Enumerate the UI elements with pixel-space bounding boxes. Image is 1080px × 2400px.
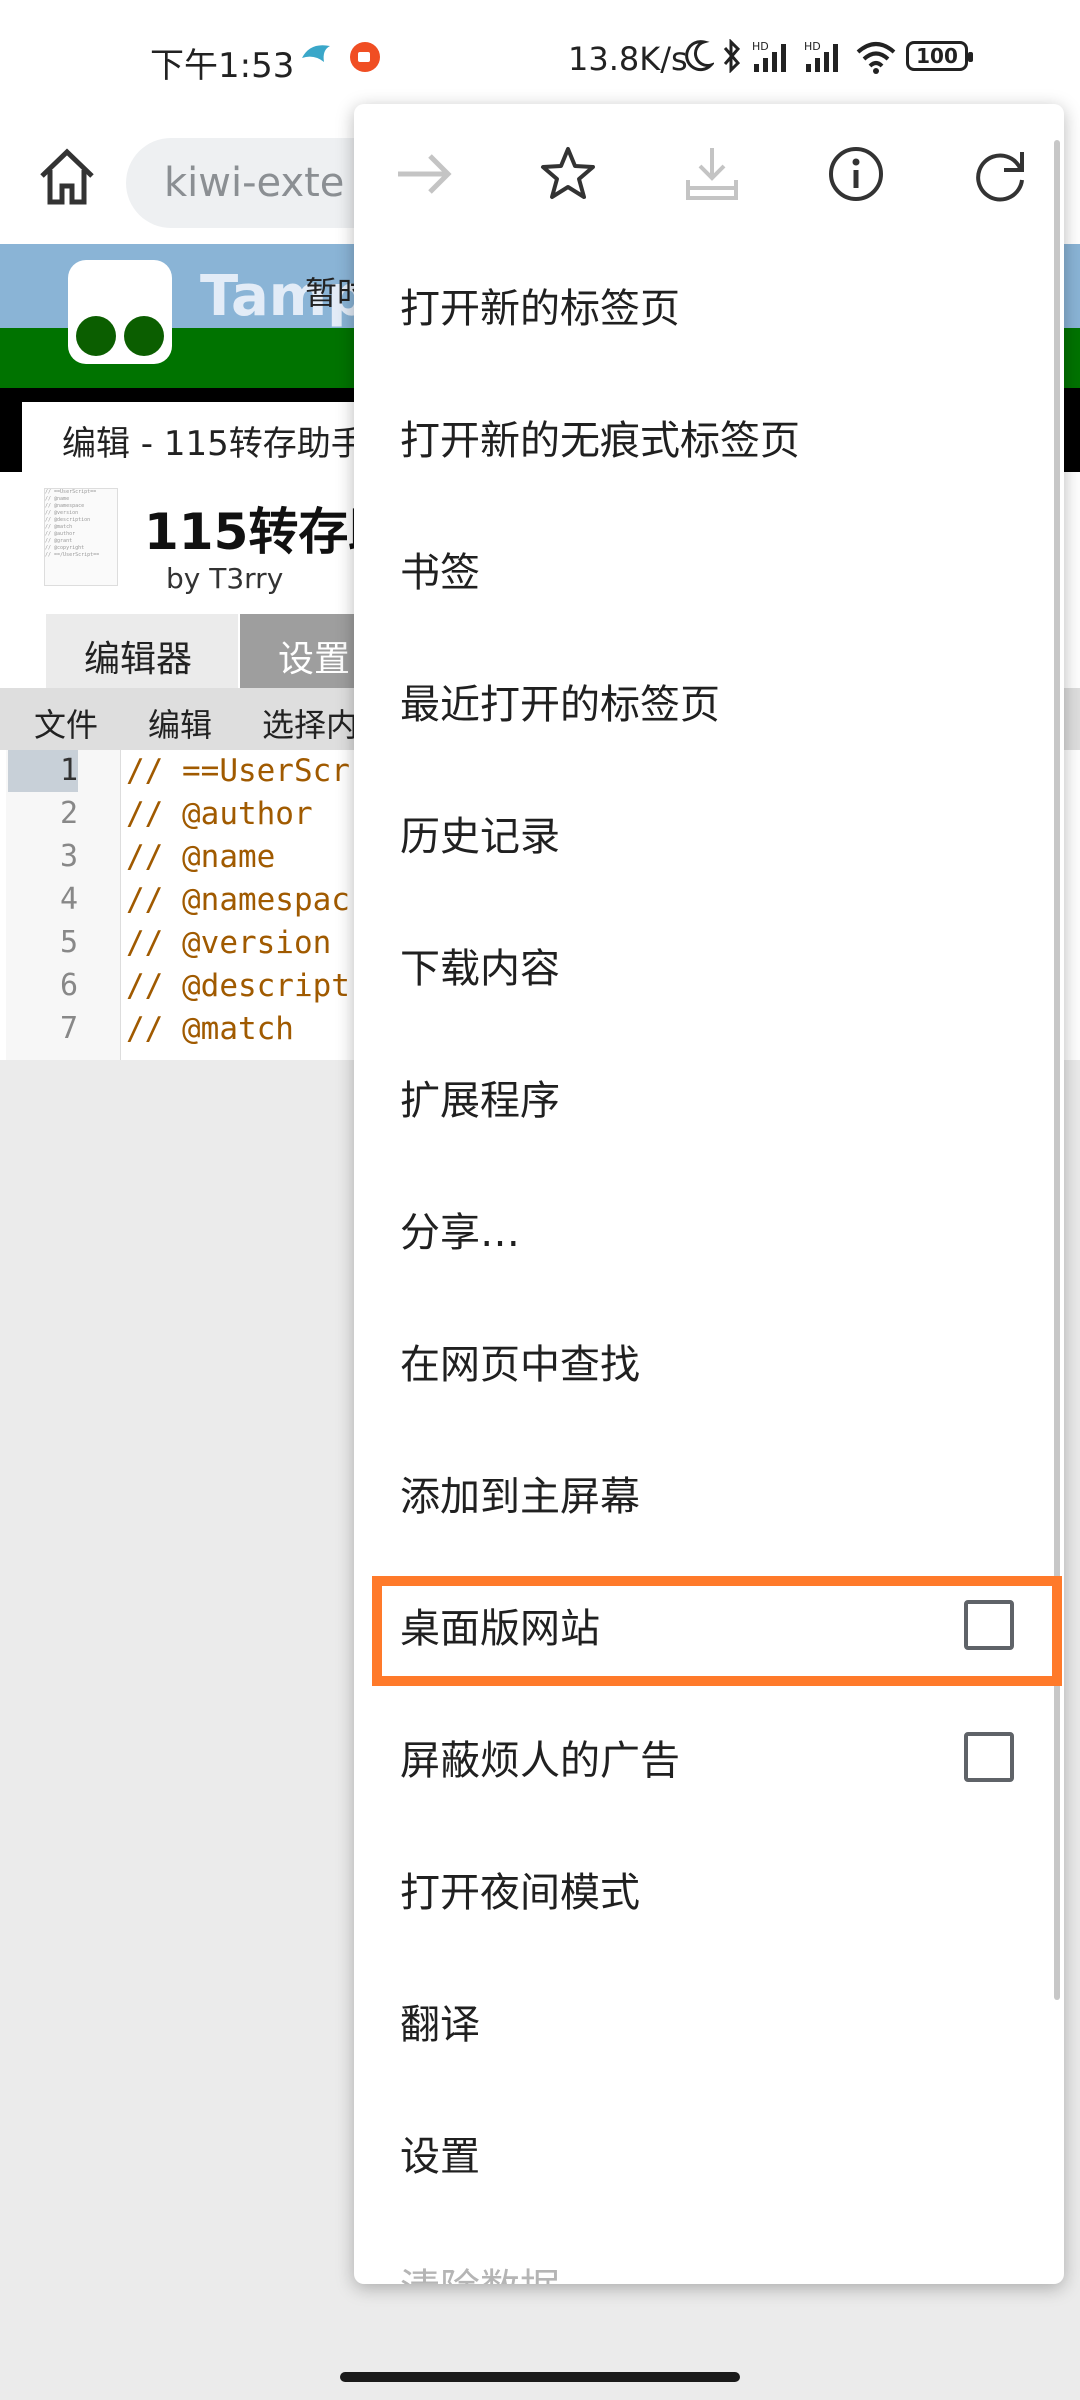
menu-item-translate[interactable]: 翻译 (400, 1992, 480, 2050)
editor-tab-label: 编辑 - 115转存助手 (62, 424, 365, 464)
line-number: 6 (59, 968, 78, 1003)
line-gutter: 1 2 3 4 5 6 7 (6, 750, 121, 1060)
menu-item-block-ads[interactable]: 屏蔽烦人的广告 (400, 1728, 680, 1786)
info-icon (829, 147, 883, 201)
menu-item-recent-tabs[interactable]: 最近打开的标签页 (400, 672, 720, 730)
menu-item-share[interactable]: 分享… (400, 1200, 520, 1258)
menu-item-new-incognito-tab[interactable]: 打开新的无痕式标签页 (400, 408, 800, 466)
line-number: 5 (59, 925, 78, 960)
menu-item-night-mode[interactable]: 打开夜间模式 (400, 1860, 640, 1918)
bookmark-star-button[interactable] (528, 134, 608, 214)
forward-button[interactable] (384, 134, 464, 214)
line-number: 3 (59, 839, 78, 874)
tampermonkey-logo (68, 260, 172, 364)
battery-level: 100 (916, 44, 958, 68)
moon-icon (685, 40, 714, 72)
tab-editor-label: 编辑器 (84, 639, 193, 680)
battery-icon: 100 (906, 41, 973, 71)
menu-item-find-in-page[interactable]: 在网页中查找 (400, 1332, 640, 1390)
browser-overflow-menu: 打开新的标签页 打开新的无痕式标签页 书签 最近打开的标签页 历史记录 下载内容… (354, 104, 1064, 2284)
menu-item-settings[interactable]: 设置 (400, 2124, 480, 2182)
code-line: // @descript (126, 968, 350, 1004)
menu-item-extensions[interactable]: 扩展程序 (400, 1068, 560, 1126)
menu-edit[interactable]: 编辑 (148, 700, 212, 746)
menu-action-row (354, 104, 1064, 244)
download-page-button[interactable] (672, 134, 752, 214)
home-icon[interactable] (32, 142, 102, 212)
star-icon (541, 147, 595, 199)
block-ads-checkbox[interactable] (964, 1732, 1014, 1782)
code-line: // ==UserScr (126, 753, 350, 789)
gesture-nav-bar[interactable] (340, 2372, 740, 2382)
code-line: // @namespac (126, 882, 350, 918)
tab-editor[interactable]: 编辑器 (46, 614, 238, 688)
reload-icon (976, 152, 1024, 202)
code-line: // @author (126, 796, 313, 832)
screen-record-icon (350, 42, 380, 72)
svg-text:HD: HD (804, 40, 821, 53)
line-number: 1 (8, 750, 78, 792)
status-bar: 下午1:53 13.8K/s HD HD 100 (0, 0, 1080, 120)
script-author: by T3rry (166, 562, 284, 595)
menu-item-bookmarks[interactable]: 书签 (400, 540, 480, 598)
network-speed: 13.8K/s (568, 40, 688, 78)
script-thumbnail: // ==UserScript==// @name// @namespace//… (44, 488, 118, 586)
menu-item-clear-data[interactable]: 清除数据 (400, 2256, 560, 2284)
forward-icon (398, 154, 452, 194)
code-line: // @version (126, 925, 332, 961)
tab-settings-label: 设置 (278, 639, 351, 680)
code-line: // @name (126, 839, 276, 875)
menu-item-downloads[interactable]: 下载内容 (400, 936, 560, 994)
download-icon (686, 148, 738, 200)
menu-item-history[interactable]: 历史记录 (400, 804, 560, 862)
menu-item-new-tab[interactable]: 打开新的标签页 (400, 276, 680, 334)
page-info-button[interactable] (816, 134, 896, 214)
signal-hd-2-icon: HD (804, 40, 838, 72)
line-number: 4 (59, 882, 78, 917)
line-number: 7 (59, 1011, 78, 1046)
code-line: // @match (126, 1011, 294, 1047)
bluetooth-icon (723, 39, 741, 73)
wifi-icon (856, 42, 896, 74)
bird-app-icon (302, 45, 330, 62)
status-icons: HD HD 100 (684, 34, 973, 78)
highlight-box (372, 1576, 1062, 1686)
line-number: 2 (59, 796, 78, 831)
reload-button[interactable] (960, 134, 1040, 214)
menu-item-add-to-home[interactable]: 添加到主屏幕 (400, 1464, 640, 1522)
menu-scrollbar[interactable] (1054, 140, 1060, 2000)
menu-select[interactable]: 选择内 (262, 700, 358, 746)
menu-file[interactable]: 文件 (34, 700, 98, 746)
url-text: kiwi-exte (164, 160, 345, 206)
svg-text:HD: HD (752, 40, 769, 53)
signal-hd-1-icon: HD (752, 40, 786, 72)
status-time: 下午1:53 (150, 46, 295, 86)
